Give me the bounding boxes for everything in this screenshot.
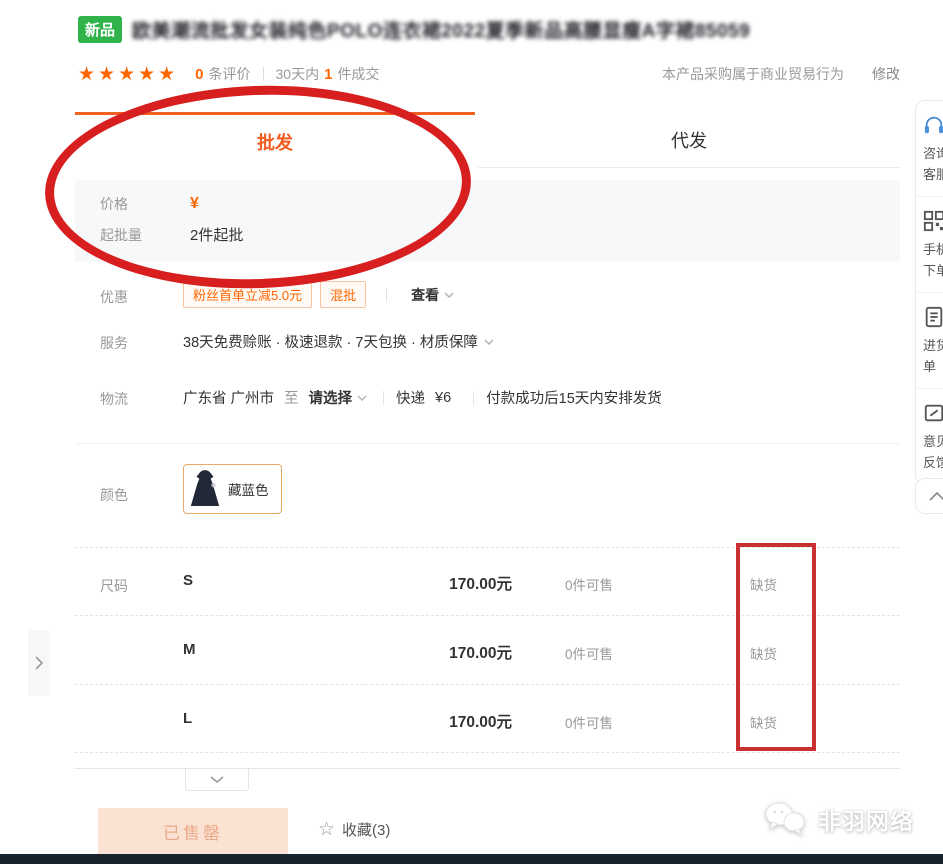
qr-code-icon [923,210,943,232]
floating-sidebar: 咨询客服 手机下单 进货单 [915,100,943,485]
watermark: 非羽网络 [763,799,914,839]
color-label: 颜色 [100,485,128,505]
sidebar-item-label: 进货单 [923,335,943,377]
feedback-icon [923,402,943,424]
promo-label: 优惠 [100,287,128,307]
price-currency: ¥ [190,195,199,213]
divider [473,391,474,405]
row-divider [75,684,900,685]
chat-bubbles-icon [763,799,809,839]
sidebar-item-purchase-list[interactable]: 进货单 [916,293,943,389]
favorite-button[interactable]: ☆ 收藏(3) [318,819,390,840]
destination-placeholder: 请选择 [309,387,353,408]
expand-side-panel-button[interactable] [28,630,50,696]
coupon-badge[interactable]: 粉丝首单立减5.0元 [183,281,312,308]
sidebar-item-customer-service[interactable]: 咨询客服 [916,101,943,197]
review-count: 0 [195,66,203,83]
service-label: 服务 [100,333,128,353]
express-label: 快递 [396,387,425,408]
divider [383,391,384,405]
stock-value: 0件可售 [565,643,613,663]
promo-content: 粉丝首单立减5.0元 混批 查看 [183,281,454,308]
section-divider [75,443,900,444]
moq-label: 起批量 [100,225,190,245]
size-value: L [183,710,192,727]
row-divider [75,615,900,616]
new-product-badge: 新品 [78,16,122,43]
divider [263,67,264,81]
price-panel: 价格 ¥ 起批量 2件起批 [75,180,900,262]
logistics-content: 广东省 广州市 至 请选择 快递 ¥6 付款成功后15天内安排发货 [183,387,662,408]
stock-value: 0件可售 [565,574,613,594]
ship-origin: 广东省 广州市 [183,387,274,408]
mix-batch-badge[interactable]: 混批 [320,281,366,308]
chevron-up-icon [929,492,943,501]
favorite-label: 收藏(3) [342,819,390,840]
tab-dropship[interactable]: 代发 [478,113,900,168]
expand-sizes-button[interactable] [185,769,249,791]
service-text: 38天免费赊账 · 极速退款 · 7天包换 · 材质保障 [183,331,478,352]
price-value: 170.00元 [398,641,512,663]
order-list-icon [923,306,943,328]
size-value: M [183,641,196,658]
dress-image [188,468,222,510]
express-fee: ¥6 [435,390,451,406]
back-to-top-button[interactable] [915,478,943,514]
divider [386,288,387,302]
size-value: S [183,572,193,589]
bottom-bar [0,854,943,864]
view-promos-link[interactable]: 查看 [411,285,454,305]
color-option-label: 藏蓝色 [228,479,269,499]
mode-tabbar: 批发 代发 [75,112,900,168]
tab-wholesale[interactable]: 批发 [75,112,475,168]
dispatch-note: 付款成功后15天内安排发货 [486,387,662,408]
product-header: 新品 欧美潮流批发女装纯色POLO连衣裙2022夏季新品高腰显瘦A字裙85059 [78,16,918,43]
row-divider [75,547,900,548]
headset-icon [923,114,943,136]
moq-value: 2件起批 [190,224,243,245]
price-value: 170.00元 [398,572,512,594]
color-option-navy[interactable]: 藏蓝色 [183,464,282,514]
rating-row: ★★★★★ 0 条评价 30天内 1 件成交 本产品采购属于商业贸易行为 修改 [78,61,900,87]
price-value: 170.00元 [398,710,512,732]
sidebar-item-label: 手机下单 [923,239,943,281]
size-label: 尺码 [100,576,128,596]
watermark-text: 非羽网络 [818,802,914,836]
product-detail-page: 新品 欧美潮流批发女装纯色POLO连衣裙2022夏季新品高腰显瘦A字裙85059… [0,0,943,864]
sidebar-item-label: 咨询客服 [923,143,943,185]
sold-out-button[interactable]: 已售罄 [98,808,288,855]
trade-note: 本产品采购属于商业贸易行为 [662,64,844,84]
view-promos-label: 查看 [411,285,439,305]
status-badge: 缺货 [750,643,777,663]
to-label: 至 [284,387,299,408]
chevron-right-icon [35,656,44,670]
deal-count: 1 [324,66,332,83]
status-badge: 缺货 [750,574,777,594]
deal-prefix: 30天内 [276,64,320,84]
chevron-down-icon [357,395,367,401]
service-list[interactable]: 38天免费赊账 · 极速退款 · 7天包换 · 材质保障 [183,331,494,352]
star-outline-icon: ☆ [318,820,335,839]
destination-select[interactable]: 请选择 [309,387,368,408]
sidebar-item-feedback[interactable]: 意见反馈 [916,389,943,484]
chevron-down-icon [444,292,454,298]
price-label: 价格 [100,194,190,214]
chevron-down-icon [210,776,224,784]
logistics-label: 物流 [100,389,128,409]
modify-link[interactable]: 修改 [872,64,900,84]
review-label: 条评价 [209,64,251,84]
rating-stars-icon: ★★★★★ [78,65,178,84]
sidebar-item-label: 意见反馈 [923,431,943,473]
product-title: 欧美潮流批发女装纯色POLO连衣裙2022夏季新品高腰显瘦A字裙85059 [132,16,750,43]
row-divider [75,752,900,753]
chevron-down-icon [484,339,494,345]
status-badge: 缺货 [750,712,777,732]
sidebar-item-mobile-order[interactable]: 手机下单 [916,197,943,293]
service-content: 38天免费赊账 · 极速退款 · 7天包换 · 材质保障 [183,331,494,352]
deal-suffix: 件成交 [337,64,379,84]
stock-value: 0件可售 [565,712,613,732]
